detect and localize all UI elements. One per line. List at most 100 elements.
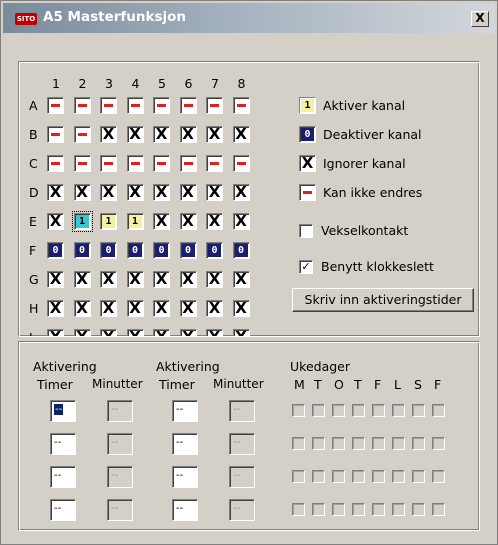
weekday-checkbox-7-row3[interactable] (412, 470, 425, 483)
channel-cell-g1[interactable]: X (47, 271, 64, 288)
channel-cell-c6[interactable] (179, 155, 197, 172)
weekday-checkbox-1-row2[interactable] (292, 437, 305, 450)
channel-cell-a2[interactable] (73, 97, 91, 114)
channel-cell-b4[interactable]: X (126, 126, 144, 143)
channel-cell-g8[interactable]: X (232, 271, 250, 288)
minutter-input-row4[interactable]: -- (229, 499, 255, 521)
weekday-checkbox-1-row3[interactable] (292, 470, 305, 483)
channel-cell-b2[interactable] (73, 126, 91, 143)
channel-cell-b1[interactable] (47, 126, 64, 143)
weekday-checkbox-6-row3[interactable] (392, 470, 405, 483)
channel-cell-i8[interactable]: X (232, 329, 250, 336)
channel-cell-i7[interactable]: X (206, 329, 223, 336)
minutter-input-row3[interactable]: -- (229, 466, 255, 488)
channel-cell-g6[interactable]: X (179, 271, 197, 288)
weekday-checkbox-1-row4[interactable] (292, 503, 305, 516)
weekday-checkbox-4-row1[interactable] (352, 404, 365, 417)
weekday-checkbox-8-row3[interactable] (432, 470, 445, 483)
channel-cell-c8[interactable] (232, 155, 250, 172)
minutter-input-row1[interactable]: -- (229, 400, 255, 422)
weekday-checkbox-7-row1[interactable] (412, 404, 425, 417)
channel-cell-i5[interactable]: X (153, 329, 170, 336)
channel-cell-d6[interactable]: X (179, 184, 197, 201)
weekday-checkbox-6-row1[interactable] (392, 404, 405, 417)
timer-input-row2[interactable]: -- (172, 433, 198, 455)
channel-cell-a7[interactable] (206, 97, 223, 114)
weekday-checkbox-2-row2[interactable] (312, 437, 325, 450)
weekday-checkbox-8-row2[interactable] (432, 437, 445, 450)
weekday-checkbox-6-row2[interactable] (392, 437, 405, 450)
weekday-checkbox-3-row3[interactable] (332, 470, 345, 483)
channel-cell-a5[interactable] (153, 97, 170, 114)
timer-input-row2[interactable]: -- (50, 433, 76, 455)
weekday-checkbox-5-row1[interactable] (372, 404, 385, 417)
minutter-input-row2[interactable]: -- (229, 433, 255, 455)
channel-cell-b6[interactable]: X (179, 126, 197, 143)
channel-cell-a3[interactable] (100, 97, 117, 114)
weekday-checkbox-2-row3[interactable] (312, 470, 325, 483)
channel-cell-c2[interactable] (73, 155, 91, 172)
weekday-checkbox-3-row4[interactable] (332, 503, 345, 516)
klokkeslett-checkbox[interactable]: ✓ (299, 260, 313, 274)
timer-input-row1[interactable]: -- (50, 400, 76, 422)
channel-cell-b3[interactable]: X (100, 126, 117, 143)
channel-cell-b8[interactable]: X (232, 126, 250, 143)
weekday-checkbox-2-row4[interactable] (312, 503, 325, 516)
channel-cell-a6[interactable] (179, 97, 197, 114)
activation-times-button[interactable]: Skriv inn aktiveringstider (292, 288, 474, 312)
timer-input-row3[interactable]: -- (172, 466, 198, 488)
channel-cell-h3[interactable]: X (100, 300, 117, 317)
channel-cell-d3[interactable]: X (100, 184, 117, 201)
channel-cell-d8[interactable]: X (232, 184, 250, 201)
channel-cell-e3[interactable]: 1 (100, 213, 117, 230)
channel-cell-a4[interactable] (126, 97, 144, 114)
weekday-checkbox-2-row1[interactable] (312, 404, 325, 417)
channel-cell-i1[interactable]: X (47, 329, 64, 336)
channel-cell-f3[interactable]: 0 (100, 242, 117, 259)
title-bar[interactable]: SITO A5 Masterfunksjon X (3, 3, 495, 33)
channel-cell-b5[interactable]: X (153, 126, 170, 143)
channel-cell-e6[interactable]: X (179, 213, 197, 230)
channel-cell-f8[interactable]: 0 (232, 242, 250, 259)
channel-cell-g7[interactable]: X (206, 271, 223, 288)
timer-input-row1[interactable]: -- (172, 400, 198, 422)
weekday-checkbox-7-row4[interactable] (412, 503, 425, 516)
weekday-checkbox-7-row2[interactable] (412, 437, 425, 450)
channel-cell-f7[interactable]: 0 (206, 242, 223, 259)
channel-cell-d4[interactable]: X (126, 184, 144, 201)
channel-cell-c5[interactable] (153, 155, 170, 172)
channel-cell-i4[interactable]: X (126, 329, 144, 336)
channel-cell-g5[interactable]: X (153, 271, 170, 288)
channel-cell-f6[interactable]: 0 (179, 242, 197, 259)
channel-cell-e2[interactable]: 1 (71, 211, 93, 232)
channel-cell-d1[interactable]: X (47, 184, 64, 201)
weekday-checkbox-4-row4[interactable] (352, 503, 365, 516)
channel-cell-e4[interactable]: 1 (126, 213, 144, 230)
channel-cell-f2[interactable]: 0 (73, 242, 91, 259)
channel-cell-f1[interactable]: 0 (47, 242, 64, 259)
weekday-checkbox-5-row3[interactable] (372, 470, 385, 483)
channel-cell-d7[interactable]: X (206, 184, 223, 201)
weekday-checkbox-6-row4[interactable] (392, 503, 405, 516)
channel-cell-h2[interactable]: X (73, 300, 91, 317)
channel-cell-c1[interactable] (47, 155, 64, 172)
weekday-checkbox-8-row4[interactable] (432, 503, 445, 516)
vekselkontakt-checkbox[interactable] (299, 224, 313, 238)
channel-cell-b7[interactable]: X (206, 126, 223, 143)
channel-cell-i3[interactable]: X (100, 329, 117, 336)
weekday-checkbox-3-row1[interactable] (332, 404, 345, 417)
channel-cell-e8[interactable]: X (232, 213, 250, 230)
channel-cell-d5[interactable]: X (153, 184, 170, 201)
timer-input-row4[interactable]: -- (50, 499, 76, 521)
close-button[interactable]: X (471, 11, 489, 27)
weekday-checkbox-8-row1[interactable] (432, 404, 445, 417)
channel-cell-c7[interactable] (206, 155, 223, 172)
timer-input-row3[interactable]: -- (50, 466, 76, 488)
channel-cell-i2[interactable]: X (73, 329, 91, 336)
channel-cell-a1[interactable] (47, 97, 64, 114)
channel-cell-g2[interactable]: X (73, 271, 91, 288)
channel-cell-c3[interactable] (100, 155, 117, 172)
minutter-input-row1[interactable]: -- (107, 400, 133, 422)
channel-cell-h4[interactable]: X (126, 300, 144, 317)
channel-cell-h1[interactable]: X (47, 300, 64, 317)
